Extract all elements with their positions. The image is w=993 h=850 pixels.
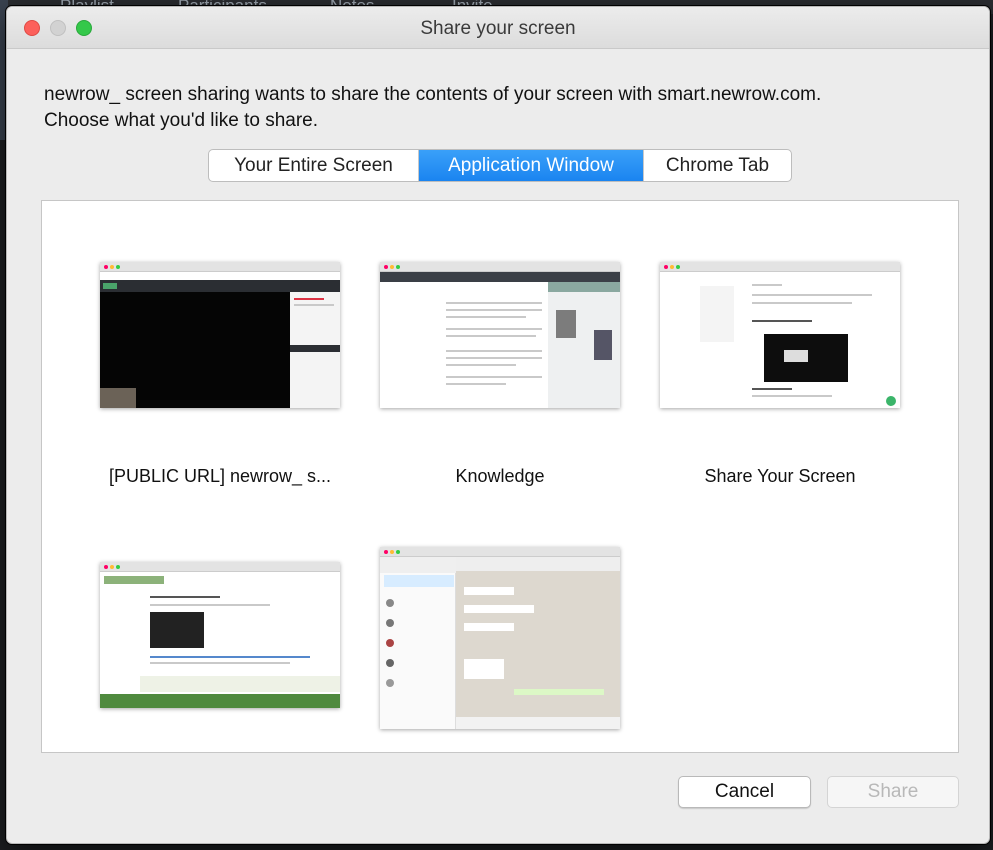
share-screen-dialog: Share your screen newrow_ screen sharing… <box>6 6 990 844</box>
tab-application-window[interactable]: Application Window <box>419 150 643 181</box>
window-thumbnail-knowledge[interactable] <box>380 262 620 408</box>
share-message: newrow_ screen sharing wants to share th… <box>44 82 964 134</box>
avatar <box>386 639 394 647</box>
window-title: Share your screen <box>420 18 576 39</box>
window-caption: [PUBLIC URL] newrow_ s... <box>108 466 332 486</box>
window-thumbnail-newrow[interactable] <box>100 262 340 408</box>
avatar <box>386 599 394 607</box>
window-thumbnail-site[interactable] <box>100 562 340 708</box>
check-icon <box>886 396 896 406</box>
window-thumbnail-chat[interactable] <box>380 547 620 729</box>
tab-chrome-tab[interactable]: Chrome Tab <box>643 150 791 181</box>
source-tabs: Your Entire Screen Application Window Ch… <box>208 149 792 182</box>
thumbnail-browser-bar <box>380 262 620 272</box>
avatar <box>386 659 394 667</box>
window-caption: Knowledge <box>455 466 545 486</box>
share-message-line-2: Choose what you'd like to share. <box>44 110 319 131</box>
thumbnail-browser-bar <box>660 262 900 272</box>
avatar <box>386 679 394 687</box>
window-picker-panel: [PUBLIC URL] newrow_ s... Knowledge Shar… <box>41 200 959 753</box>
avatar <box>386 619 394 627</box>
tab-entire-screen[interactable]: Your Entire Screen <box>209 150 419 181</box>
thumbnail-browser-bar <box>100 262 340 272</box>
window-caption: Share Your Screen <box>704 466 856 486</box>
cancel-button[interactable]: Cancel <box>678 776 811 808</box>
window-thumbnail-share-your-screen[interactable] <box>660 262 900 408</box>
share-button[interactable]: Share <box>827 776 959 808</box>
titlebar: Share your screen <box>7 7 989 49</box>
thumbnail-browser-bar <box>100 562 340 572</box>
share-message-line-1: newrow_ screen sharing wants to share th… <box>44 84 822 105</box>
thumbnail-browser-bar <box>380 547 620 557</box>
